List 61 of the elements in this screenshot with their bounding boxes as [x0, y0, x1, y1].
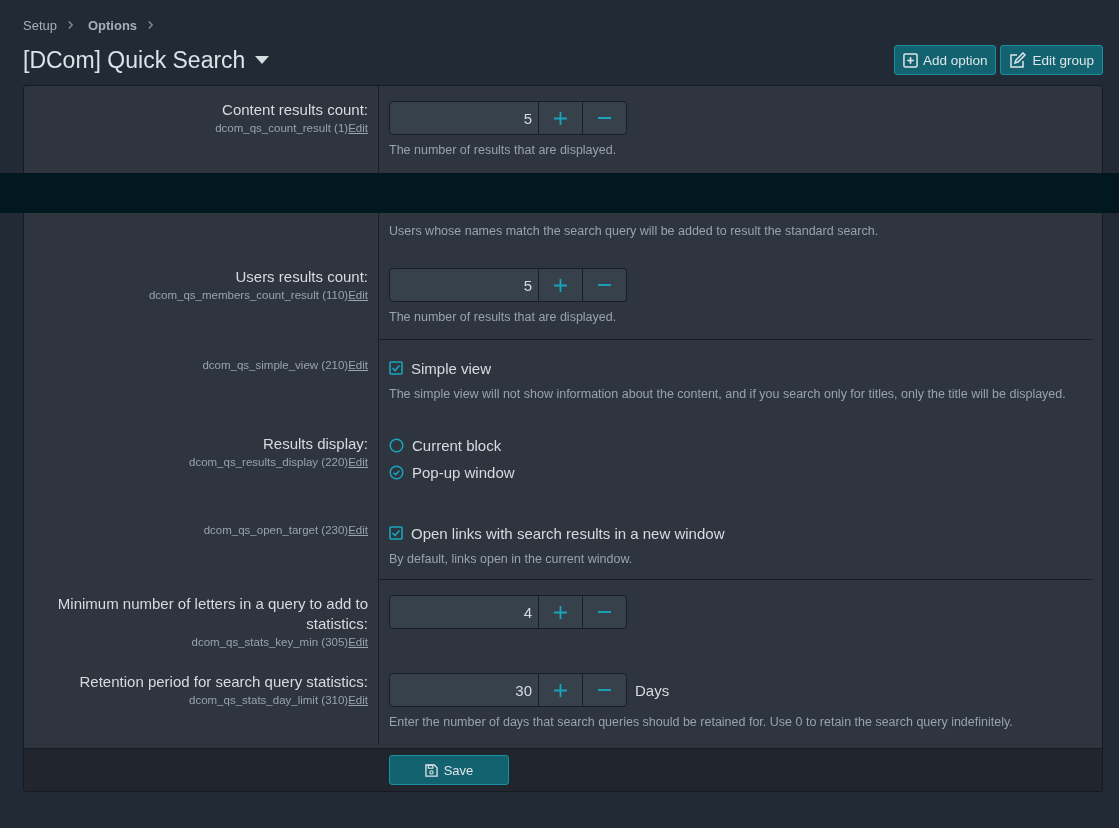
chevron-right-icon: [147, 20, 155, 30]
minus-icon: [598, 284, 611, 286]
plus-icon: [554, 605, 567, 619]
option-key-text: dcom_qs_open_target (230): [203, 524, 349, 536]
plus-icon: [554, 111, 567, 125]
pencil-square-icon: [1009, 52, 1028, 68]
add-option-button[interactable]: Add option: [893, 45, 997, 75]
option-description: The number of results that are displayed.: [389, 309, 618, 326]
checkbox-option[interactable]: Open links with search results in a new window: [389, 522, 725, 544]
radio-option[interactable]: Current block: [389, 434, 502, 456]
option-description: Users whose names match the search query will be added to result the standard search.: [389, 223, 880, 240]
breadcrumb-link[interactable]: Setup: [23, 17, 57, 33]
increment-button[interactable]: [539, 595, 583, 629]
decrement-button[interactable]: [583, 101, 627, 135]
number-input[interactable]: 5: [389, 268, 539, 302]
chevron-right-icon: [67, 20, 74, 30]
radio-option[interactable]: Pop-up window: [389, 461, 515, 483]
option-description: The simple view will not show information about the content, and if you search only for titles, only the title will be displayed.: [389, 386, 1067, 403]
decrement-button[interactable]: [583, 268, 627, 302]
minus-icon: [598, 117, 611, 119]
edit-link[interactable]: Edit: [348, 359, 368, 371]
option-label: Results display:: [261, 434, 368, 454]
edit-link[interactable]: Edit: [348, 524, 368, 536]
number-input[interactable]: 5: [389, 101, 539, 135]
plus-square-icon: [902, 52, 918, 68]
number-input[interactable]: 30: [389, 673, 539, 707]
save-button[interactable]: Save: [389, 755, 509, 785]
decrement-button[interactable]: [583, 673, 627, 707]
plus-icon: [554, 278, 567, 292]
option-key-text: dcom_qs_count_result (1): [215, 122, 349, 134]
decrement-button[interactable]: [583, 595, 627, 629]
option-key-text: dcom_qs_members_count_result (110): [148, 289, 349, 301]
option-label: Users results count:: [234, 267, 368, 287]
option-key-text: dcom_qs_results_display (220): [189, 456, 349, 468]
page-title: [DCom] Quick Search: [23, 46, 246, 74]
increment-button[interactable]: [539, 101, 583, 135]
caret-down-icon[interactable]: [255, 56, 270, 64]
breadcrumb-link[interactable]: Options: [88, 17, 138, 33]
edit-link[interactable]: Edit: [348, 636, 368, 648]
minus-icon: [598, 611, 611, 613]
edit-link[interactable]: Edit: [348, 122, 368, 134]
option-key-text: dcom_qs_simple_view (210): [202, 359, 349, 371]
edit-link[interactable]: Edit: [348, 694, 368, 706]
option-label: Content results count:: [221, 100, 368, 120]
number-input[interactable]: 4: [389, 595, 539, 629]
edit-link[interactable]: Edit: [348, 456, 368, 468]
option-description: By default, links open in the current window.: [389, 551, 634, 568]
option-description: The number of results that are displayed.: [389, 142, 618, 159]
checkbox-option[interactable]: Simple view: [389, 357, 492, 379]
minus-icon: [598, 689, 611, 691]
option-key-text: dcom_qs_stats_day_limit (310): [189, 694, 349, 706]
edit-group-button[interactable]: Edit group: [1000, 45, 1103, 75]
units-label: Days: [635, 681, 670, 699]
increment-button[interactable]: [539, 268, 583, 302]
increment-button[interactable]: [539, 673, 583, 707]
edit-link[interactable]: Edit: [348, 289, 368, 301]
option-key-text: dcom_qs_stats_key_min (305): [191, 636, 349, 648]
option-description: Enter the number of days that search queries should be retained for. Use 0 to retain the search query indefinitely.: [389, 714, 1014, 731]
option-label: Minimum number of letters in a query to add to statistics:: [56, 594, 368, 634]
plus-icon: [554, 683, 567, 697]
option-label: Retention period for search query statistics:: [78, 672, 368, 692]
